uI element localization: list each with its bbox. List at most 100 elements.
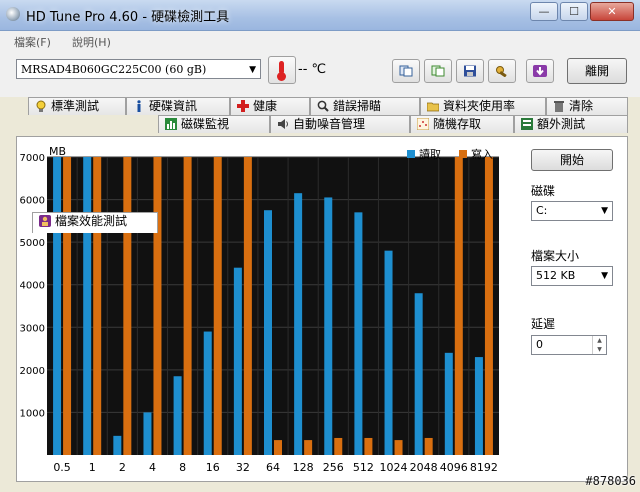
delay-spinner[interactable]: 0 ▲ ▼ xyxy=(531,335,607,355)
file-benchmark-panel: MB 7000 6000 5000 4000 3000 2000 1000 0.5 1 2 4 8 1… xyxy=(16,136,628,482)
delay-value: 0 xyxy=(536,338,543,351)
read-bar xyxy=(173,376,182,455)
tab-erase[interactable]: 清除 xyxy=(546,97,628,115)
disk-select[interactable]: C: ▼ xyxy=(531,201,613,221)
read-bar xyxy=(203,331,212,455)
x-tick-label: 4 xyxy=(149,461,156,474)
x-tick-label: 8 xyxy=(179,461,186,474)
x-tick-label: 4096 xyxy=(440,461,468,474)
tab-disk-monitor[interactable]: 磁碟監視 xyxy=(158,115,270,133)
options-button[interactable] xyxy=(488,59,516,83)
tab-folder-usage[interactable]: 資料夾使用率 xyxy=(420,97,546,115)
maximize-button[interactable]: ☐ xyxy=(560,2,588,21)
read-bar xyxy=(444,352,453,455)
tab-info[interactable]: 硬碟資訊 xyxy=(126,97,230,115)
file-benchmark-icon xyxy=(39,215,51,227)
drive-select[interactable]: MRSAD4B060GC225C00 (60 gB) ▼ xyxy=(16,59,261,79)
write-bar xyxy=(364,437,373,455)
exit-button[interactable]: 離開 xyxy=(567,58,627,84)
menu-bar: 檔案(F) 說明(H) xyxy=(0,31,640,51)
legend-label-write: 寫入 xyxy=(471,147,493,161)
write-bar xyxy=(213,157,222,455)
x-tick-label: 512 xyxy=(353,461,374,474)
tab-file-benchmark[interactable]: 檔案效能測試 xyxy=(32,212,158,233)
menu-help[interactable]: 說明(H) xyxy=(72,34,111,50)
delay-label: 延遲 xyxy=(531,317,556,331)
tab-error-scan[interactable]: 錯誤掃瞄 xyxy=(310,97,420,115)
write-bar xyxy=(243,157,252,455)
spinner-arrows-icon[interactable]: ▲ ▼ xyxy=(592,336,606,354)
minimize-button[interactable]: — xyxy=(530,2,558,21)
tab-aam[interactable]: 自動噪音管理 xyxy=(270,115,410,133)
chart-icon xyxy=(165,118,177,130)
x-tick-label: 0.5 xyxy=(53,461,71,474)
file-size-label: 檔案大小 xyxy=(531,249,580,263)
menu-file[interactable]: 檔案(F) xyxy=(14,34,51,50)
file-size-select-value: 512 KB xyxy=(536,269,576,282)
download-arrow-icon xyxy=(533,65,547,77)
drive-select-value: MRSAD4B060GC225C00 (60 gB) xyxy=(21,63,207,76)
write-bar xyxy=(394,440,403,455)
save-button[interactable] xyxy=(456,59,484,83)
benchmark-chart: MB 7000600050004000300020001000 0.5 1 2 4 8 1… xyxy=(20,145,499,474)
folder-icon xyxy=(427,102,439,112)
read-bar xyxy=(233,267,242,455)
write-bar xyxy=(424,437,433,455)
legend-swatch-read xyxy=(407,150,415,158)
x-tick-label: 128 xyxy=(293,461,314,474)
read-bar xyxy=(474,357,483,455)
copy-info-button[interactable] xyxy=(392,59,420,83)
trash-icon xyxy=(554,101,564,112)
read-bar xyxy=(384,250,393,455)
app-icon xyxy=(6,7,20,21)
x-tick-label: 32 xyxy=(236,461,250,474)
random-access-icon xyxy=(417,118,429,130)
chevron-down-icon: ▼ xyxy=(249,65,256,75)
write-bar xyxy=(304,440,313,455)
read-bar xyxy=(83,157,92,455)
tab-extra-tests[interactable]: 額外測試 xyxy=(514,115,628,133)
write-bar xyxy=(183,157,192,455)
copy-screenshot-button[interactable] xyxy=(424,59,452,83)
start-button[interactable]: 開始 xyxy=(531,149,613,171)
file-size-select[interactable]: 512 KB ▼ xyxy=(531,266,613,286)
download-button[interactable] xyxy=(526,59,554,83)
info-icon xyxy=(137,100,141,112)
x-tick-label: 64 xyxy=(266,461,280,474)
write-bar xyxy=(123,157,132,455)
x-tick-label: 8192 xyxy=(470,461,498,474)
watermark: #878036 xyxy=(585,474,636,488)
x-tick-label: 1 xyxy=(89,461,96,474)
chart-y-axis-label: MB xyxy=(49,145,66,158)
extra-tests-icon xyxy=(521,118,533,130)
chart-plot-area xyxy=(47,157,499,455)
thermometer-icon xyxy=(268,56,296,84)
read-bar xyxy=(53,157,62,455)
x-tick-label: 16 xyxy=(206,461,220,474)
tab-bar: 標準測試 硬碟資訊 健康 錯誤掃瞄 資料夾使用率 清除 檔案效能測試 磁碟監視 … xyxy=(0,97,640,233)
write-bar xyxy=(454,157,463,455)
x-tick-label: 2 xyxy=(119,461,126,474)
write-bar xyxy=(334,437,343,455)
legend-label-read: 讀取 xyxy=(419,147,441,161)
tab-benchmark[interactable]: 標準測試 xyxy=(28,97,126,115)
y-tick-label: 7000 xyxy=(20,153,45,164)
read-bar xyxy=(143,412,152,455)
toolbar: MRSAD4B060GC225C00 (60 gB) ▼ -- ℃ 離開 xyxy=(0,51,640,97)
copy-icon xyxy=(399,65,413,77)
close-button[interactable]: ✕ xyxy=(590,2,634,21)
temperature-readout: -- ℃ xyxy=(298,62,327,77)
x-tick-label: 2048 xyxy=(410,461,438,474)
write-bar xyxy=(274,440,282,455)
read-bar xyxy=(113,435,122,455)
read-bar xyxy=(264,210,272,455)
tab-health[interactable]: 健康 xyxy=(230,97,310,115)
read-bar xyxy=(354,212,363,455)
legend-swatch-write xyxy=(459,150,467,158)
tab-random-access[interactable]: 隨機存取 xyxy=(410,115,514,133)
chevron-down-icon: ▼ xyxy=(601,206,608,216)
x-tick-label: 1024 xyxy=(380,461,408,474)
copy-image-icon xyxy=(431,65,445,77)
read-bar xyxy=(414,293,423,455)
y-tick-label: 5000 xyxy=(20,238,45,249)
